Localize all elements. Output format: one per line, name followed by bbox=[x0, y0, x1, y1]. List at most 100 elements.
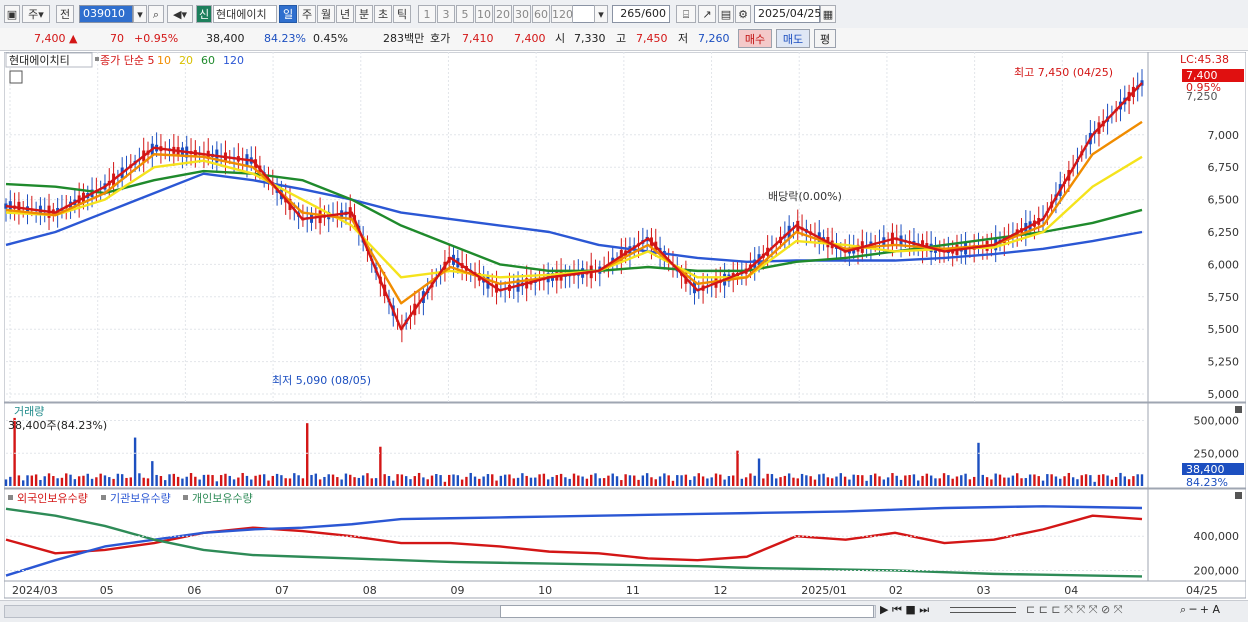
volume-bar bbox=[706, 478, 709, 486]
volume-bar bbox=[684, 474, 688, 486]
volume-bar bbox=[336, 477, 339, 486]
holdings-legend-item[interactable]: 기관보유수량 bbox=[110, 492, 171, 505]
volume-bar bbox=[1020, 478, 1023, 486]
settings-chart-icon[interactable]: ⌸ bbox=[676, 5, 696, 23]
volume-panel-close-icon[interactable] bbox=[1235, 406, 1242, 413]
period-tab-0[interactable]: 일 bbox=[279, 5, 297, 23]
volume-bar bbox=[697, 473, 700, 486]
volume-bar bbox=[615, 476, 619, 486]
interval-tab-3[interactable]: 3 bbox=[437, 5, 455, 23]
volume-bar bbox=[331, 474, 335, 486]
period-tab-3[interactable]: 년 bbox=[336, 5, 354, 23]
indicator-list-icon[interactable] bbox=[9, 70, 23, 84]
mode-select[interactable]: 주▾ bbox=[22, 5, 50, 23]
volume-bar bbox=[714, 473, 718, 486]
eval-button[interactable]: 평 bbox=[814, 29, 836, 48]
volume-bar bbox=[1041, 480, 1045, 486]
search-icon[interactable]: ⌕ bbox=[148, 5, 164, 23]
holdings-legend-item[interactable]: 외국인보유수량 bbox=[17, 492, 88, 505]
nav-first-icon[interactable]: ▶ ⏮ ■ ⏭ bbox=[880, 603, 929, 617]
all-mode-button[interactable]: 전 bbox=[56, 5, 74, 23]
count-input[interactable]: 265/600 bbox=[612, 5, 670, 23]
volume-bar bbox=[280, 475, 283, 486]
low-label: 저 bbox=[678, 32, 689, 45]
volume-bar bbox=[740, 478, 744, 486]
volume-bar bbox=[538, 474, 541, 486]
calendar-icon[interactable]: ▦ bbox=[820, 5, 836, 23]
legend-item-3[interactable]: 60 bbox=[201, 54, 215, 67]
period-tab-6[interactable]: 틱 bbox=[393, 5, 411, 23]
volume-bar bbox=[271, 475, 274, 486]
interval-tab-30[interactable]: 30 bbox=[513, 5, 531, 23]
zoom-icon[interactable]: ⌕ ─ + A bbox=[1180, 603, 1220, 617]
volume-bar bbox=[370, 478, 373, 486]
gear-icon[interactable]: ⚙ bbox=[735, 5, 751, 23]
upper-tick-label: 7,250 bbox=[1186, 90, 1218, 103]
volume-bar bbox=[912, 474, 916, 486]
speaker-icon[interactable]: ◀▾ bbox=[167, 5, 193, 23]
stock-code-input[interactable]: 039010 bbox=[79, 5, 133, 23]
volume-bar bbox=[650, 477, 653, 486]
volume-bar bbox=[1089, 475, 1092, 486]
volume-bar bbox=[125, 477, 128, 486]
volume-bar bbox=[581, 476, 584, 486]
volume-bar bbox=[1093, 481, 1096, 486]
price-tick: 5,750 bbox=[1208, 291, 1240, 304]
interval-tab-1[interactable]: 1 bbox=[418, 5, 436, 23]
volume-bar bbox=[202, 474, 206, 486]
volume-bar bbox=[1136, 474, 1139, 486]
stock-chart[interactable]: 7,000 6,750 6,500 6,250 6,000 5,750 5,500 5,250… bbox=[4, 52, 1246, 604]
save-icon[interactable]: ▤ bbox=[718, 5, 734, 23]
legend-item-2[interactable]: 20 bbox=[179, 54, 193, 67]
scroll-thumb[interactable] bbox=[500, 605, 874, 618]
sell-button[interactable]: 매도 bbox=[776, 29, 810, 48]
code-dropdown-icon[interactable]: ▾ bbox=[133, 5, 147, 23]
volume-bar bbox=[439, 475, 442, 486]
up-arrow-icon: ▲ bbox=[69, 32, 78, 45]
legend-item-4[interactable]: 120 bbox=[223, 54, 244, 67]
holdings-legend-item[interactable]: 개인보유수량 bbox=[192, 492, 253, 505]
legend-item-0[interactable]: 종가 단순 5 bbox=[100, 54, 154, 67]
volume-bar bbox=[1046, 474, 1049, 486]
count-dropdown-icon[interactable]: ▾ bbox=[594, 5, 608, 23]
interval-tab-20[interactable]: 20 bbox=[494, 5, 512, 23]
interval-tab-120[interactable]: 120 bbox=[551, 5, 573, 23]
holdings-panel-close-icon[interactable] bbox=[1235, 492, 1242, 499]
buy-button[interactable]: 매수 bbox=[738, 29, 772, 48]
date-tick: 07 bbox=[275, 584, 289, 597]
volume-bar bbox=[676, 475, 679, 486]
interval-tab-60[interactable]: 60 bbox=[532, 5, 550, 23]
period-tab-4[interactable]: 분 bbox=[355, 5, 373, 23]
interval-tab-10[interactable]: 10 bbox=[475, 5, 493, 23]
draw-tool-icon[interactable]: ↗ bbox=[698, 5, 716, 23]
volume-bar bbox=[947, 475, 950, 486]
legend-item-1[interactable]: 10 bbox=[157, 54, 171, 67]
interval-tab-5[interactable]: 5 bbox=[456, 5, 474, 23]
price-tick: 7,000 bbox=[1208, 129, 1240, 142]
volume-bar bbox=[314, 473, 318, 486]
volume-bar bbox=[917, 480, 920, 486]
volume-bar bbox=[757, 458, 761, 486]
volume-bar bbox=[1037, 476, 1040, 486]
volume-bar bbox=[843, 476, 847, 486]
date-input[interactable]: 2025/04/25 bbox=[754, 5, 821, 23]
period-tab-5[interactable]: 초 bbox=[374, 5, 392, 23]
volume-bar bbox=[301, 478, 305, 486]
stock-name: 현대에이치 bbox=[213, 5, 277, 23]
period-tab-2[interactable]: 월 bbox=[317, 5, 335, 23]
window-icon[interactable]: ▣ bbox=[4, 5, 20, 23]
volume-bar bbox=[921, 475, 924, 486]
volume-bar bbox=[138, 473, 141, 486]
volume-bar bbox=[254, 475, 257, 486]
volume-bar bbox=[680, 475, 683, 486]
tool-icons[interactable]: ⊏ ⊏ ⊏ ⤧ ⤧ ⤧ ⊘ ⤧ bbox=[1026, 603, 1123, 617]
period-tab-1[interactable]: 주 bbox=[298, 5, 316, 23]
volume-bar bbox=[551, 476, 554, 486]
zoom-slider[interactable] bbox=[950, 607, 1016, 613]
volume-bar bbox=[787, 473, 791, 486]
volume-bar bbox=[155, 474, 158, 486]
volume-bar bbox=[719, 474, 722, 486]
lc-label: LC:45.38 bbox=[1180, 53, 1229, 66]
volume-bar bbox=[779, 477, 782, 486]
volume-bar bbox=[1063, 476, 1066, 486]
